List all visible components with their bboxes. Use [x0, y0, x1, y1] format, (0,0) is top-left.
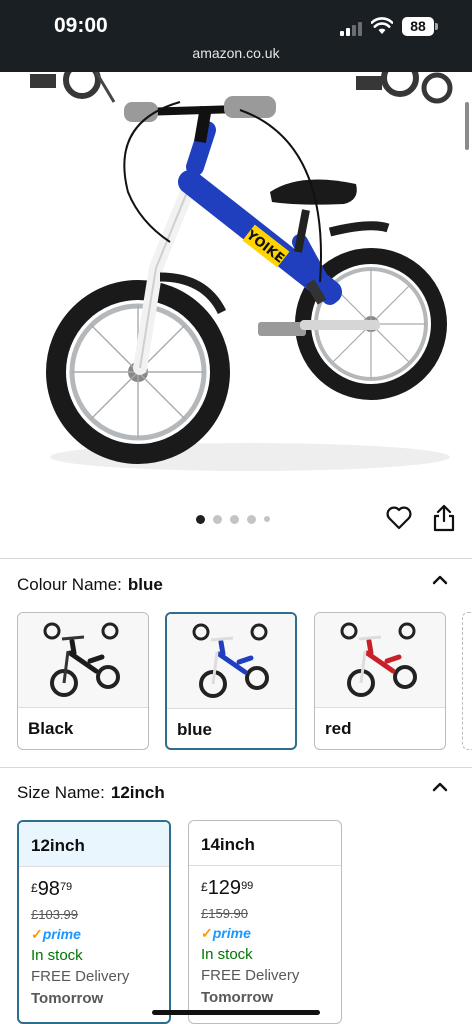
colour-option-label: red [325, 719, 352, 738]
colour-thumbnail [167, 614, 295, 708]
size-option-label: 14inch [189, 821, 341, 866]
battery-tip [435, 23, 438, 30]
next-image-peek [356, 72, 453, 104]
size-option-12inch[interactable]: 12inch £9879 £103.99 ✓prime In stock FRE… [17, 820, 171, 1024]
delivery-date: Tomorrow [31, 990, 104, 1007]
delivery-text: FREE Delivery [31, 968, 130, 985]
delivery-text: FREE Delivery [201, 967, 300, 984]
size-option-14inch[interactable]: 14inch £12999 £159.90 ✓prime In stock FR… [188, 820, 342, 1024]
colour-option-label: blue [177, 720, 212, 739]
wifi-icon [371, 17, 393, 34]
colour-option-label: Black [28, 719, 74, 738]
colour-name-label: Colour Name: blue [17, 575, 163, 595]
gallery-dot[interactable] [230, 514, 239, 524]
section-divider [0, 558, 472, 559]
colour-option-more[interactable] [462, 612, 472, 750]
gallery-pagination-dots[interactable] [196, 514, 270, 524]
product-image: YOIKE [30, 72, 453, 471]
size-option-label: 12inch [19, 822, 169, 867]
stock-status: In stock [31, 947, 83, 964]
prime-badge: ✓prime [31, 926, 81, 942]
stock-status: In stock [201, 946, 253, 963]
prime-badge: ✓prime [201, 925, 251, 941]
url-bar[interactable]: amazon.co.uk [0, 45, 472, 61]
battery-level: 88 [402, 17, 434, 36]
gallery-dot[interactable] [196, 514, 205, 524]
swatch-divider [315, 707, 445, 708]
cellular-signal-icon [340, 20, 366, 36]
size-name-label: Size Name: 12inch [17, 783, 165, 803]
colour-thumbnail [18, 613, 148, 707]
colour-option-red[interactable]: red [314, 612, 446, 750]
scroll-indicator [465, 102, 469, 150]
status-time: 09:00 [54, 14, 108, 37]
section-divider [0, 767, 472, 768]
size-label-text: Size Name: [17, 783, 105, 802]
colour-selected-value: blue [127, 575, 163, 594]
collapse-size-chevron-icon[interactable] [432, 781, 448, 793]
share-icon[interactable] [432, 504, 456, 532]
delivery-date: Tomorrow [201, 989, 274, 1006]
prev-image-peek [30, 72, 116, 103]
wishlist-heart-icon[interactable] [386, 506, 412, 530]
gallery-dot[interactable] [213, 514, 222, 524]
colour-thumbnail [315, 613, 445, 707]
colour-option-black[interactable]: Black [17, 612, 149, 750]
swatch-divider [167, 708, 295, 709]
price: £12999 [201, 877, 254, 899]
was-price: £103.99 [31, 907, 78, 922]
gallery-dot[interactable] [264, 516, 270, 522]
status-bar: 09:00 88 amazon.co.uk [0, 0, 472, 72]
was-price: £159.90 [201, 906, 248, 921]
colour-label-text: Colour Name: [17, 575, 122, 594]
swatch-divider [18, 707, 148, 708]
price: £9879 [31, 878, 73, 900]
home-indicator[interactable] [152, 1010, 320, 1015]
size-selected-value: 12inch [110, 783, 165, 802]
gallery-dot[interactable] [247, 514, 256, 524]
collapse-colour-chevron-icon[interactable] [432, 574, 448, 586]
product-image-gallery[interactable]: YOIKE [0, 72, 472, 558]
colour-option-blue[interactable]: blue [165, 612, 297, 750]
